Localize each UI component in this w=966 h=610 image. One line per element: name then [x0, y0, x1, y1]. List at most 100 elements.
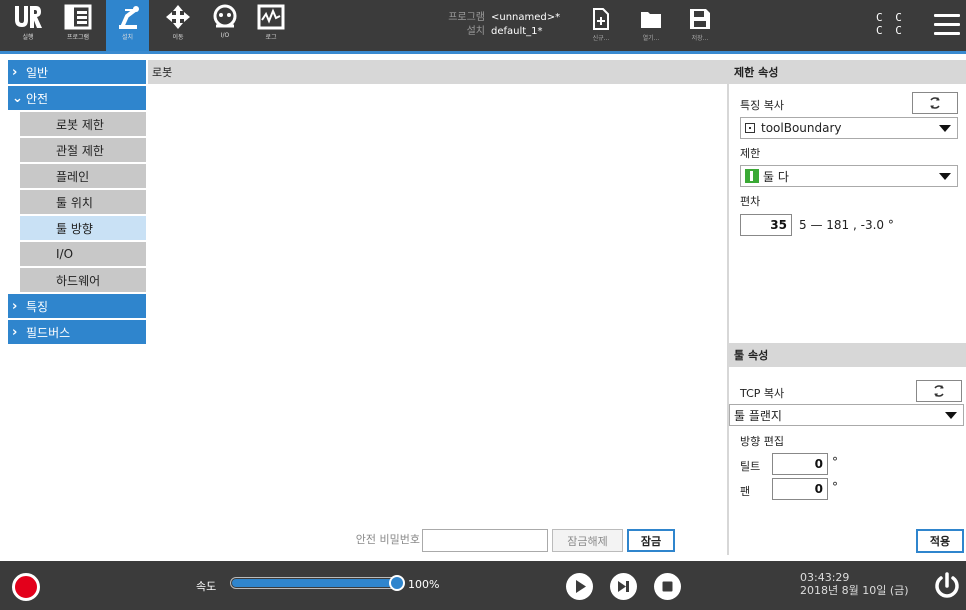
- power-icon: [935, 572, 959, 598]
- panel-divider: [727, 60, 729, 555]
- tcp-copy-button[interactable]: [916, 380, 962, 402]
- open-file-label: 열기...: [642, 35, 660, 42]
- sidebar-item-hardware[interactable]: 하드웨어: [20, 268, 146, 292]
- restriction-label: 제한: [740, 147, 761, 160]
- safety-password-input[interactable]: [422, 529, 548, 552]
- tab-move[interactable]: 이동: [158, 0, 198, 51]
- step-button[interactable]: [610, 573, 637, 600]
- time-text: 03:43:29: [800, 571, 850, 584]
- sidebar-item-label: 플레인: [56, 169, 90, 184]
- tool-properties-header: 툴 속성: [729, 343, 966, 367]
- unlock-button[interactable]: 잠금해제: [552, 529, 623, 552]
- save-file-button[interactable]: 저장...: [680, 8, 720, 42]
- sidebar-item-label: 관절 제한: [56, 143, 104, 158]
- program-info: 프로그램 <unnamed>* 설치 default_1*: [445, 11, 571, 39]
- new-file-label: 신규...: [592, 35, 610, 42]
- copy-feature-button[interactable]: [912, 92, 958, 114]
- robot-arm-icon: [118, 6, 139, 29]
- chevron-right-icon: ›: [12, 64, 18, 80]
- chevron-right-icon: ›: [12, 298, 18, 314]
- limit-properties-header: 제한 속성: [729, 60, 966, 84]
- feature-dropdown[interactable]: toolBoundary: [740, 117, 958, 139]
- tab-run[interactable]: 실행: [8, 0, 48, 51]
- sidebar-item-io[interactable]: I/O: [20, 242, 146, 266]
- tcp-copy-label: TCP 복사: [740, 387, 785, 400]
- sidebar-item-label: I/O: [56, 247, 74, 261]
- ur-logo-icon: [15, 6, 42, 28]
- lock-button[interactable]: 잠금: [627, 529, 675, 552]
- apply-button[interactable]: 적용: [916, 529, 964, 553]
- robot-3d-view[interactable]: [148, 84, 727, 522]
- point-icon: [745, 123, 755, 133]
- play-button[interactable]: [566, 573, 593, 600]
- dropdown-arrow-icon: [945, 412, 957, 419]
- tab-io[interactable]: I/O: [205, 0, 245, 51]
- save-icon: [690, 9, 710, 29]
- sidebar-item-tool-position[interactable]: 툴 위치: [20, 190, 146, 214]
- tab-installation[interactable]: 설치: [106, 0, 149, 51]
- sidebar-item-robot-limits[interactable]: 로봇 제한: [20, 112, 146, 136]
- speed-slider-handle[interactable]: [389, 575, 405, 591]
- deviation-range: 5 — 181 , -3.0 °: [799, 218, 894, 232]
- sidebar-category-fieldbus[interactable]: › 필드버스: [8, 320, 146, 344]
- tab-run-label: 실행: [22, 34, 34, 41]
- new-file-icon: [593, 8, 609, 30]
- hamburger-menu-icon[interactable]: [934, 14, 960, 38]
- save-file-label: 저장...: [691, 35, 709, 42]
- speed-label: 속도: [196, 580, 217, 593]
- restriction-dropdown[interactable]: 둘 다: [740, 165, 958, 187]
- sidebar-item-label: 툴 방향: [56, 221, 93, 236]
- power-button[interactable]: [934, 572, 960, 604]
- tilt-degree-unit: °: [832, 455, 838, 469]
- new-file-button[interactable]: 신규...: [581, 8, 621, 42]
- pan-input[interactable]: 0: [772, 478, 828, 500]
- sidebar-category-label: 특징: [26, 299, 49, 314]
- installation-name: default_1*: [491, 26, 543, 37]
- speed-slider-fill: [232, 579, 400, 587]
- speed-slider[interactable]: [230, 575, 405, 591]
- deviation-input[interactable]: 35: [740, 214, 792, 236]
- safety-password-label: 안전 비밀번호: [355, 533, 420, 546]
- tcp-dropdown[interactable]: 툴 플랜지: [729, 404, 964, 426]
- tilt-input[interactable]: 0: [772, 453, 828, 475]
- chevron-right-icon: ›: [12, 324, 18, 340]
- footer-bar: 속도 100% 03:43:29 2018년 8월 10일 (금): [0, 561, 966, 610]
- tab-move-label: 이동: [172, 34, 184, 41]
- stop-button[interactable]: [654, 573, 681, 600]
- orientation-edit-label: 방향 편집: [740, 435, 784, 448]
- safety-password-row: 안전 비밀번호 잠금해제 잠금: [148, 526, 727, 556]
- tab-io-label: I/O: [220, 32, 230, 39]
- open-file-button[interactable]: 열기...: [631, 8, 671, 42]
- date-text: 2018년 8월 10일 (금): [800, 584, 909, 597]
- tab-log[interactable]: 로그: [250, 0, 292, 51]
- cc-indicator: C C C C: [876, 11, 905, 37]
- sidebar-item-joint-limits[interactable]: 관절 제한: [20, 138, 146, 162]
- program-name: <unnamed>*: [491, 12, 561, 23]
- sidebar-category-general[interactable]: › 일반: [8, 60, 146, 84]
- io-icon: [213, 4, 237, 28]
- tab-program[interactable]: 프로그램: [56, 0, 100, 51]
- play-icon: [576, 580, 586, 593]
- sidebar-category-label: 필드버스: [26, 325, 71, 340]
- sidebar-category-label: 안전: [26, 91, 49, 106]
- topbar-accent-line: [0, 51, 966, 54]
- program-icon: [64, 4, 92, 30]
- pan-label: 팬: [740, 485, 751, 498]
- feature-dropdown-value: toolBoundary: [761, 121, 842, 135]
- date-time: 03:43:29 2018년 8월 10일 (금): [800, 571, 909, 597]
- sidebar-item-label: 툴 위치: [56, 195, 93, 210]
- move-arrows-icon: [166, 5, 190, 29]
- top-bar: 실행 프로그램 설치 이동 I/O 로그 프로그램 <unnamed>* 설치 …: [0, 0, 966, 54]
- sidebar-item-label: 하드웨어: [56, 273, 101, 288]
- sidebar-item-tool-direction[interactable]: 툴 방향: [20, 216, 146, 240]
- sidebar-item-label: 로봇 제한: [56, 117, 104, 132]
- dropdown-arrow-icon: [939, 125, 951, 132]
- installation-screen: 실행 프로그램 설치 이동 I/O 로그 프로그램 <unnamed>* 설치 …: [0, 0, 966, 610]
- emergency-stop-icon[interactable]: [12, 573, 40, 601]
- sidebar-category-features[interactable]: › 특징: [8, 294, 146, 318]
- sidebar-category-safety[interactable]: ⌄ 안전: [8, 86, 146, 110]
- tcp-dropdown-value: 툴 플랜지: [734, 408, 782, 423]
- sidebar-item-planes[interactable]: 플레인: [20, 164, 146, 188]
- robot-view-header: 로봇: [148, 60, 727, 84]
- refresh-icon: [934, 385, 944, 397]
